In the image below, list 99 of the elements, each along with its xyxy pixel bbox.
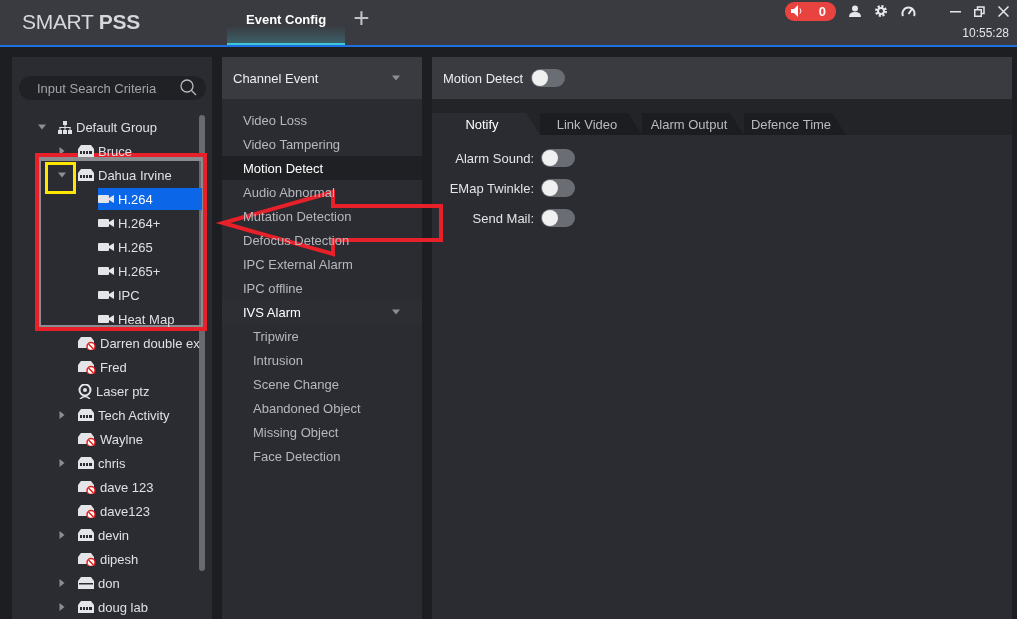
hierarchy-icon (58, 120, 72, 134)
event-item[interactable]: Video Loss (222, 108, 422, 132)
setting-label: EMap Twinkle: (448, 180, 534, 196)
event-item[interactable]: Abandoned Object (222, 396, 422, 420)
search-icon[interactable] (180, 79, 197, 96)
tree-item[interactable]: H.265 (98, 236, 157, 258)
event-item[interactable]: Intrusion (222, 348, 422, 372)
event-label: IVS Alarm (243, 304, 302, 320)
tree-item[interactable]: Darren double ex (78, 332, 204, 354)
setting-label: Send Mail: (471, 210, 534, 226)
recorder-icon (78, 145, 94, 157)
tree-item[interactable]: IPC (98, 284, 144, 306)
event-item[interactable]: Motion Detect (222, 156, 422, 180)
speaker-icon (790, 5, 803, 17)
app-logo: SMART PSS (21, 9, 141, 35)
tree-item[interactable]: Fred (78, 356, 131, 378)
close-icon[interactable] (998, 5, 1009, 17)
gauge-icon[interactable] (901, 5, 916, 17)
event-item[interactable]: IPC External Alarm (222, 252, 422, 276)
toggle-switch[interactable] (531, 69, 566, 87)
tab[interactable]: Link Video (540, 113, 642, 135)
expand-caret-icon[interactable] (38, 123, 46, 131)
recorder-icon (78, 169, 94, 181)
event-item[interactable]: Video Tampering (222, 132, 422, 156)
clock-time: 10:55:28 (962, 26, 1009, 40)
tree-item[interactable]: dave 123 (78, 476, 158, 498)
offline-device-icon (78, 504, 96, 518)
setting-label: Alarm Sound: (454, 150, 534, 166)
tree-item[interactable]: Waylne (78, 428, 147, 450)
event-label: Audio Abnormal (243, 184, 336, 200)
video-camera-icon (98, 218, 114, 228)
event-item[interactable]: Mutation Detection (222, 204, 422, 228)
tree-item[interactable]: Heat Map (98, 308, 179, 330)
recorder-icon (78, 601, 94, 613)
tree-item[interactable]: Laser ptz (78, 380, 154, 402)
tree-item[interactable]: doug lab (78, 596, 152, 618)
event-label: Video Tampering (243, 136, 342, 152)
settings-icon[interactable] (874, 4, 888, 18)
video-camera-icon (98, 242, 114, 252)
event-item[interactable]: Face Detection (222, 444, 422, 468)
event-label: Mutation Detection (243, 208, 353, 224)
tab[interactable]: Defence Time (744, 113, 846, 135)
tree-item[interactable]: Tech Activity (78, 404, 174, 426)
user-icon[interactable] (849, 5, 861, 17)
offline-device-icon (78, 432, 96, 446)
tree-item[interactable]: don (78, 572, 124, 594)
offline-device-icon (78, 480, 96, 494)
toggle-switch[interactable] (541, 209, 575, 227)
offline-device-icon (78, 336, 96, 350)
tree-item[interactable]: H.264 (98, 188, 202, 210)
collapse-caret-icon[interactable] (58, 147, 66, 155)
tree-item[interactable]: dipesh (78, 548, 143, 570)
recorder-icon (78, 577, 94, 589)
recorder-icon (78, 409, 94, 421)
video-camera-icon (98, 194, 114, 204)
caret-icon[interactable] (392, 308, 400, 316)
panel-title: Channel Event (233, 70, 320, 86)
event-item[interactable]: Scene Change (222, 372, 422, 396)
tree-item[interactable]: chris (78, 452, 130, 474)
webcam-icon (78, 383, 92, 399)
offline-device-icon (78, 552, 96, 566)
scrollbar[interactable] (199, 115, 205, 571)
search-field[interactable]: Input Search Criteria (19, 76, 206, 100)
offline-device-icon (78, 360, 96, 374)
tree-item[interactable]: Default Group (58, 116, 161, 138)
video-camera-icon (98, 266, 114, 276)
restore-icon[interactable] (974, 5, 985, 17)
tree-item[interactable]: Dahua Irvine (78, 164, 176, 186)
tree-item[interactable]: H.265+ (98, 260, 165, 282)
add-tab-button[interactable]: + (345, 0, 370, 45)
toggle-switch[interactable] (541, 149, 575, 167)
panel-header[interactable]: Channel Event (222, 57, 422, 99)
event-label: Motion Detect (243, 160, 325, 176)
tree-item[interactable]: H.264+ (98, 212, 165, 234)
collapse-caret-icon[interactable] (58, 603, 66, 611)
event-item[interactable]: Missing Object (222, 420, 422, 444)
tab[interactable]: Alarm Output (642, 113, 744, 135)
toggle-switch[interactable] (541, 179, 575, 197)
event-item[interactable]: Audio Abnormal (222, 180, 422, 204)
caret-icon[interactable] (392, 74, 400, 82)
alarm-counter[interactable]: 0 (784, 1, 836, 21)
collapse-caret-icon[interactable] (58, 411, 66, 419)
event-item[interactable]: IPC offline (222, 276, 422, 300)
collapse-caret-icon[interactable] (58, 459, 66, 467)
panel-title: Motion Detect (443, 70, 524, 86)
event-label: IPC offline (243, 280, 304, 296)
recorder-icon (78, 529, 94, 541)
video-camera-icon (98, 314, 114, 324)
recorder-icon (78, 457, 94, 469)
tree-item[interactable]: devin (78, 524, 134, 546)
tab[interactable]: Notify (432, 113, 540, 135)
expand-caret-icon[interactable] (58, 171, 66, 179)
collapse-caret-icon[interactable] (58, 579, 66, 587)
video-camera-icon (98, 290, 114, 300)
collapse-caret-icon[interactable] (58, 531, 66, 539)
event-label: Video Loss (243, 112, 309, 128)
event-item[interactable]: Tripwire (222, 324, 422, 348)
event-label: IPC External Alarm (243, 256, 354, 272)
tree-item[interactable]: dave123 (78, 500, 154, 522)
